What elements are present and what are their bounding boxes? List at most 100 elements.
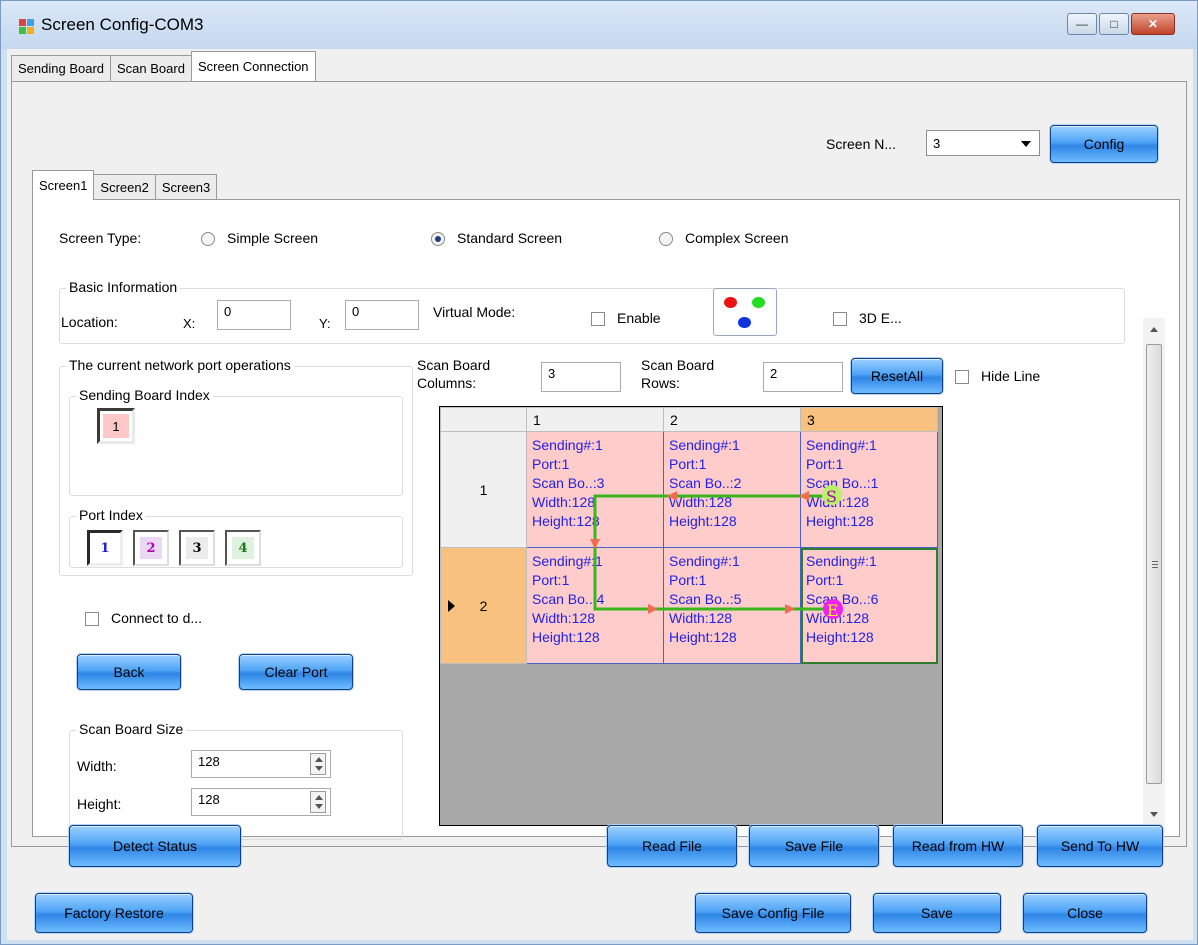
cell-width: Width:128 — [532, 494, 596, 510]
grid-row-header[interactable]: 2 — [440, 547, 527, 664]
grid-col-header[interactable]: 2 — [663, 407, 801, 432]
grid-row-header-label: 2 — [479, 597, 488, 614]
sending-board-index-value: 1 — [103, 414, 129, 438]
close-icon[interactable]: ✕ — [1131, 13, 1175, 35]
port-index-1-label: 1 — [100, 540, 110, 556]
screen-number-value: 3 — [933, 135, 941, 151]
chevron-down-icon — [1021, 141, 1031, 147]
close-button[interactable]: Close — [1023, 893, 1147, 933]
scan-board-rows-label: Scan Board Rows: — [641, 356, 714, 392]
simple-screen-radio[interactable] — [201, 232, 215, 246]
rows-label-line1: Scan Board — [641, 357, 715, 373]
cell-height: Height:128 — [669, 629, 737, 645]
cell-scan-board: Scan Bo..:3 — [532, 475, 605, 491]
grid-cell[interactable]: Sending#:1 Port:1 Scan Bo..:2 Width:128 … — [663, 431, 801, 548]
scan-height-label: Height: — [77, 796, 122, 812]
location-y-input[interactable]: 0 — [345, 300, 419, 330]
save-file-button[interactable]: Save File — [749, 825, 879, 867]
save-button[interactable]: Save — [873, 893, 1001, 933]
port-index-2[interactable]: 2 — [133, 530, 169, 566]
scan-height-value: 128 — [198, 792, 220, 807]
tab-screen-connection[interactable]: Screen Connection — [190, 51, 316, 81]
spin-arrows-icon[interactable] — [310, 753, 326, 775]
cell-port: Port:1 — [669, 456, 707, 472]
cell-width: Width:128 — [669, 610, 733, 626]
complex-screen-radio[interactable] — [659, 232, 673, 246]
screen-connection-panel: Screen N... 3 Config Screen1 Screen2 Scr… — [11, 81, 1187, 847]
read-from-hw-button[interactable]: Read from HW — [893, 825, 1023, 867]
scan-board-columns-input[interactable]: 3 — [541, 362, 621, 392]
spin-arrows-icon[interactable] — [310, 791, 326, 813]
grid-col-header[interactable]: 3 — [800, 407, 938, 432]
scan-board-grid: 1 2 3 1 Sending#:1 Port:1 Scan Bo..:3 Wi… — [439, 406, 943, 826]
3d-enable-checkbox[interactable] — [833, 312, 847, 326]
detect-status-button[interactable]: Detect Status — [69, 825, 241, 867]
read-file-button[interactable]: Read File — [607, 825, 737, 867]
factory-restore-button[interactable]: Factory Restore — [35, 893, 193, 933]
scrollbar-thumb[interactable] — [1146, 344, 1162, 784]
grid-cell[interactable]: Sending#:1 Port:1 Scan Bo..:4 Width:128 … — [526, 547, 664, 664]
basic-information-title: Basic Information — [66, 279, 181, 295]
grid-cell[interactable]: Sending#:1 Port:1 Scan Bo..:1 Width:128 … — [800, 431, 938, 548]
port-index-1[interactable]: 1 — [87, 530, 123, 566]
sending-board-index-1[interactable]: 1 — [97, 408, 135, 444]
send-to-hw-button[interactable]: Send To HW — [1037, 825, 1163, 867]
tab-screen1[interactable]: Screen1 — [32, 170, 95, 200]
cell-port: Port:1 — [532, 456, 570, 472]
grid-corner — [440, 407, 527, 432]
cell-sending: Sending#:1 — [669, 553, 740, 569]
standard-screen-radio[interactable] — [431, 232, 445, 246]
window-title: Screen Config-COM3 — [41, 15, 204, 34]
grid-row-header[interactable]: 1 — [440, 431, 527, 548]
tab-screen2[interactable]: Screen2 — [93, 174, 156, 200]
screen1-panel: Screen Type: Simple Screen Standard Scre… — [32, 199, 1180, 840]
back-button[interactable]: Back — [77, 654, 181, 690]
maximize-icon[interactable]: □ — [1099, 13, 1129, 35]
clear-port-button[interactable]: Clear Port — [239, 654, 353, 690]
tab-scan-board[interactable]: Scan Board — [110, 55, 192, 81]
cell-width: Width:128 — [806, 494, 870, 510]
save-config-file-button[interactable]: Save Config File — [695, 893, 851, 933]
cell-width: Width:128 — [669, 494, 733, 510]
virtual-mode-rgb-icon[interactable] — [713, 288, 777, 336]
grid-cell[interactable]: Sending#:1 Port:1 Scan Bo..:3 Width:128 … — [526, 431, 664, 548]
connect-to-checkbox[interactable] — [85, 612, 99, 626]
grid-cell[interactable]: Sending#:1 Port:1 Scan Bo..:6 Width:128 … — [800, 547, 938, 664]
port-index-3[interactable]: 3 — [179, 530, 215, 566]
cell-sending: Sending#:1 — [532, 553, 603, 569]
columns-label-line2: Columns: — [417, 375, 477, 391]
complex-screen-label: Complex Screen — [685, 230, 789, 246]
virtual-mode-enable-checkbox[interactable] — [591, 312, 605, 326]
panel-vertical-scrollbar[interactable] — [1143, 318, 1165, 826]
tab-sending-board[interactable]: Sending Board — [11, 55, 112, 81]
grid-col-header[interactable]: 1 — [526, 407, 664, 432]
screen-type-label: Screen Type: — [59, 230, 142, 246]
app-icon — [19, 19, 35, 35]
scan-width-stepper[interactable]: 128 — [191, 750, 331, 778]
config-button[interactable]: Config — [1050, 125, 1158, 163]
reset-all-button[interactable]: ResetAll — [851, 358, 943, 394]
port-index-title: Port Index — [76, 507, 146, 523]
scroll-down-icon[interactable] — [1150, 812, 1158, 817]
sending-board-index-title: Sending Board Index — [76, 387, 213, 403]
title-bar: Screen Config-COM3 — □ ✕ — [1, 1, 1197, 49]
scan-width-label: Width: — [77, 758, 117, 774]
minimize-icon[interactable]: — — [1067, 13, 1097, 35]
cell-sending: Sending#:1 — [669, 437, 740, 453]
grid-cell[interactable]: Sending#:1 Port:1 Scan Bo..:5 Width:128 … — [663, 547, 801, 664]
scan-height-stepper[interactable]: 128 — [191, 788, 331, 816]
cell-scan-board: Scan Bo..:1 — [806, 475, 879, 491]
tab-screen3[interactable]: Screen3 — [154, 174, 218, 200]
enable-label: Enable — [617, 310, 661, 326]
hide-line-checkbox[interactable] — [955, 370, 969, 384]
scan-board-rows-input[interactable]: 2 — [763, 362, 843, 392]
port-index-4[interactable]: 4 — [225, 530, 261, 566]
location-x-input[interactable]: 0 — [217, 300, 291, 330]
scroll-up-icon[interactable] — [1150, 327, 1158, 332]
screen-number-select[interactable]: 3 — [926, 130, 1040, 156]
cell-port: Port:1 — [806, 456, 844, 472]
3d-enable-label: 3D E... — [859, 310, 902, 326]
cell-height: Height:128 — [532, 513, 600, 529]
grid-table: 1 2 3 1 Sending#:1 Port:1 Scan Bo..:3 Wi… — [440, 407, 938, 664]
cell-height: Height:128 — [806, 513, 874, 529]
